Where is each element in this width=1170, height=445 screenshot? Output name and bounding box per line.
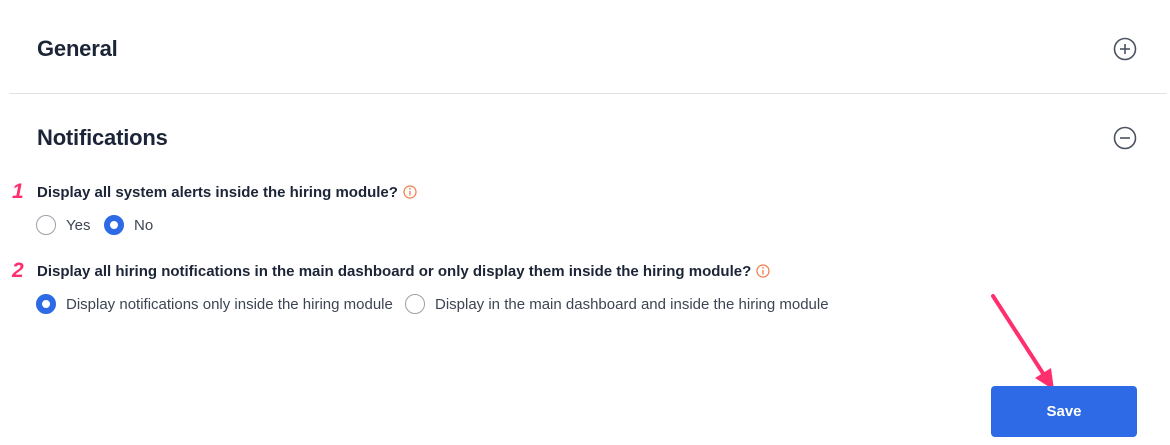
radio-label-main-dashboard-and-hiring: Display in the main dashboard and inside… [435, 295, 829, 313]
save-button[interactable]: Save [991, 386, 1137, 437]
radio-option-no[interactable]: No [104, 215, 153, 235]
question-2-text: Display all hiring notifications in the … [37, 263, 770, 280]
radio-button-yes[interactable] [36, 215, 56, 235]
minus-circle-icon[interactable] [1113, 126, 1137, 150]
info-icon[interactable] [403, 185, 417, 199]
question-2-label: Display all hiring notifications in the … [37, 263, 752, 280]
section-header-general[interactable]: General [0, 36, 1170, 66]
radio-label-yes: Yes [66, 216, 91, 234]
plus-circle-icon[interactable] [1113, 37, 1137, 61]
section-header-notifications[interactable]: Notifications [0, 125, 1170, 155]
annotation-number-1: 1 [12, 180, 24, 203]
radio-option-inside-hiring-module[interactable]: Display notifications only inside the hi… [36, 294, 393, 314]
section-title-general: General [37, 36, 118, 61]
question-1-text: Display all system alerts inside the hir… [37, 184, 417, 201]
radio-label-no: No [134, 216, 154, 234]
annotation-arrow-icon [991, 294, 1054, 390]
radio-button-no[interactable] [104, 215, 124, 235]
annotation-number-2: 2 [12, 259, 24, 282]
radio-button-inside-hiring-module[interactable] [36, 294, 56, 314]
radio-option-main-dashboard-and-hiring[interactable]: Display in the main dashboard and inside… [405, 294, 829, 314]
info-icon[interactable] [756, 264, 770, 278]
radio-option-yes[interactable]: Yes [36, 215, 90, 235]
section-divider [9, 93, 1167, 94]
radio-button-main-dashboard-and-hiring[interactable] [405, 294, 425, 314]
section-title-notifications: Notifications [37, 125, 168, 150]
radio-label-inside-hiring-module: Display notifications only inside the hi… [66, 295, 393, 313]
question-1-label: Display all system alerts inside the hir… [37, 184, 398, 201]
